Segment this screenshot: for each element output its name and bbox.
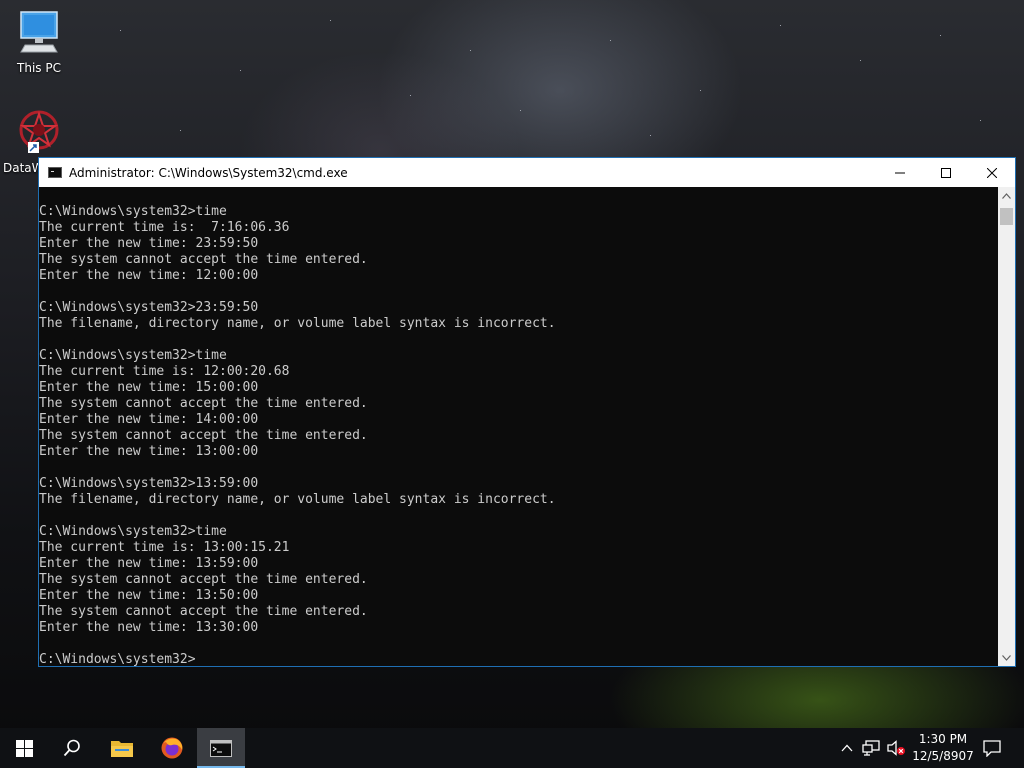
- desktop-icon-this-pc[interactable]: This PC: [0, 10, 78, 75]
- console-line: The filename, directory name, or volume …: [39, 316, 556, 331]
- console-line: The current time is: 13:00:15.21: [39, 540, 290, 555]
- console-line: The filename, directory name, or volume …: [39, 492, 556, 507]
- vertical-scrollbar[interactable]: [998, 187, 1015, 666]
- network-button[interactable]: [860, 728, 882, 768]
- console-line: Enter the new time: 12:00:00: [39, 268, 259, 283]
- console-line: C:\Windows\system32>time: [39, 348, 227, 363]
- search-icon: [63, 739, 80, 757]
- console-line: The system cannot accept the time entere…: [39, 396, 368, 411]
- minimize-icon: [895, 172, 905, 173]
- scroll-down-button[interactable]: [998, 649, 1015, 666]
- console-line: Enter the new time: 13:59:00: [39, 556, 259, 571]
- console-line: The system cannot accept the time entere…: [39, 428, 368, 443]
- file-explorer-button[interactable]: [98, 728, 146, 768]
- network-icon: [862, 740, 880, 756]
- file-explorer-icon: [111, 741, 133, 757]
- console-line: Enter the new time: 14:00:00: [39, 412, 259, 427]
- cmd-icon: [48, 167, 62, 178]
- start-button[interactable]: [0, 728, 48, 768]
- computer-icon: [20, 11, 58, 53]
- cmd-window[interactable]: Administrator: C:\Windows\System32\cmd.e…: [38, 157, 1016, 667]
- windows-start-icon: [15, 739, 33, 757]
- console-line: C:\Windows\system32>time: [39, 524, 227, 539]
- scrollbar-thumb[interactable]: [1000, 208, 1013, 225]
- chevron-up-icon: [841, 744, 853, 752]
- console-line: C:\Windows\system32>13:59:00: [39, 476, 259, 491]
- console-line: C:\Windows\system32>23:59:50: [39, 300, 259, 315]
- search-button[interactable]: [48, 728, 96, 768]
- console-line: The current time is: 7:16:06.36: [39, 220, 290, 235]
- console-line: Enter the new time: 13:30:00: [39, 620, 259, 635]
- console-line: C:\Windows\system32>: [39, 652, 196, 666]
- console-line: C:\Windows\system32>time: [39, 204, 227, 219]
- window-title: Administrator: C:\Windows\System32\cmd.e…: [69, 165, 348, 180]
- scroll-up-button[interactable]: [998, 187, 1015, 204]
- desktop-icon-label: This PC: [17, 61, 61, 75]
- volume-button[interactable]: [884, 728, 908, 768]
- notification-icon: [983, 739, 1001, 757]
- console-line: Enter the new time: 15:00:00: [39, 380, 259, 395]
- console-line: The system cannot accept the time entere…: [39, 252, 368, 267]
- console-line: Enter the new time: 23:59:50: [39, 236, 259, 251]
- cmd-taskbar-button[interactable]: [197, 728, 245, 768]
- console-output[interactable]: C:\Windows\system32>time The current time…: [39, 187, 998, 666]
- console-line: The system cannot accept the time entere…: [39, 572, 368, 587]
- console-line: Enter the new time: 13:50:00: [39, 588, 259, 603]
- minimize-button[interactable]: [877, 158, 923, 187]
- firefox-button[interactable]: [148, 728, 196, 768]
- cmd-icon: [210, 739, 232, 757]
- console-line: The system cannot accept the time entere…: [39, 604, 368, 619]
- volume-muted-icon: [887, 740, 905, 756]
- chevron-up-icon: [1002, 192, 1011, 199]
- taskbar-clock[interactable]: 1:30 PM 12/5/8907: [908, 728, 978, 768]
- dataw-app-icon: [19, 110, 59, 153]
- chevron-down-icon: [1002, 654, 1011, 661]
- window-titlebar[interactable]: Administrator: C:\Windows\System32\cmd.e…: [39, 158, 1015, 187]
- console-line: The current time is: 12:00:20.68: [39, 364, 290, 379]
- show-hidden-icons-button[interactable]: [838, 728, 856, 768]
- close-icon: [987, 167, 997, 178]
- console-line: Enter the new time: 13:00:00: [39, 444, 259, 459]
- maximize-icon: [941, 167, 951, 178]
- maximize-button[interactable]: [923, 158, 969, 187]
- close-button[interactable]: [969, 158, 1015, 187]
- clock-time: 1:30 PM: [918, 732, 968, 746]
- taskbar: 1:30 PM 12/5/8907: [0, 728, 1024, 768]
- clock-date: 12/5/8907: [912, 749, 974, 763]
- firefox-icon: [161, 737, 183, 759]
- action-center-button[interactable]: [974, 728, 1010, 768]
